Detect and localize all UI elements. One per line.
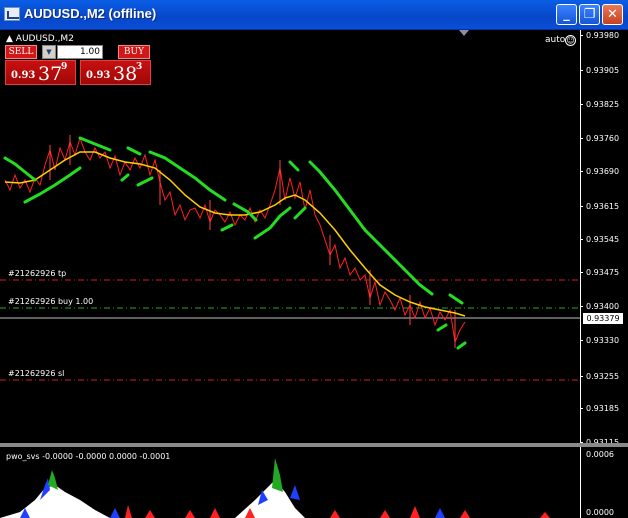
price-tick: 0.93690 (580, 167, 628, 177)
restore-button[interactable]: ❐ (579, 4, 600, 25)
window-title-bar[interactable]: AUDUSD.,M2 (offline) _ ❐ ✕ (0, 0, 628, 30)
expert-smiley-icon[interactable]: ☺ (565, 35, 576, 46)
window-title: AUDUSD.,M2 (offline) (24, 6, 157, 21)
chart-shift-marker[interactable] (459, 30, 469, 36)
price-tick: 0.93615 (580, 202, 628, 212)
lot-spin-down-icon[interactable]: ▼ (42, 45, 56, 59)
chart-symbol-label: ▲ AUDUSD.,M2 (6, 34, 74, 44)
lot-size-input[interactable]: 1.00 (57, 45, 103, 59)
price-tick: 0.93185 (580, 404, 628, 414)
indicator-histogram (0, 458, 550, 518)
indicator-tick: 0.0006 (586, 450, 614, 459)
tp-order-label[interactable]: #21262926 tp (8, 269, 66, 278)
price-tick: 0.93545 (580, 235, 628, 245)
price-tick: 0.93400 (580, 302, 628, 312)
price-series-line (4, 136, 466, 344)
price-tick: 0.93905 (580, 66, 628, 76)
sl-order-label[interactable]: #21262926 sl (8, 369, 64, 378)
buy-price-big: 38 (113, 63, 138, 85)
price-tick: 0.93825 (580, 100, 628, 110)
sell-price-big: 37 (38, 63, 63, 85)
one-click-trading-panel: SELL ▼ 1.00 BUY 0.93 37 9 0.93 38 3 (5, 45, 151, 86)
close-button[interactable]: ✕ (602, 4, 623, 25)
chart-window-icon[interactable] (4, 7, 20, 21)
price-tick: 0.93255 (580, 372, 628, 382)
indicator-pane-divider[interactable] (0, 443, 628, 447)
price-tick: 0.93330 (580, 336, 628, 346)
sell-price-pip: 9 (61, 62, 68, 72)
entry-order-label[interactable]: #21262926 buy 1.00 (8, 297, 93, 306)
current-price-label: 0.93379 (583, 313, 623, 324)
sell-button[interactable]: SELL (5, 45, 37, 59)
moving-average-line (4, 151, 466, 317)
buy-price-box[interactable]: 0.93 38 3 (80, 60, 151, 85)
auto-trading-label: auto (545, 35, 566, 45)
buy-button[interactable]: BUY (118, 45, 150, 59)
buy-price-prefix: 0.93 (86, 70, 111, 81)
minimize-button[interactable]: _ (556, 4, 577, 25)
price-tick: 0.93475 (580, 268, 628, 278)
sell-price-prefix: 0.93 (11, 70, 36, 81)
indicator-tick: 0.0000 (586, 508, 614, 517)
price-tick: 0.93760 (580, 134, 628, 144)
buy-price-pip: 3 (136, 62, 143, 72)
price-tick: 0.93980 (580, 31, 628, 41)
envelope-segments (3, 136, 467, 350)
indicator-label: pwo_svs -0.0000 -0.0000 0.0000 -0.0001 (6, 452, 171, 461)
sell-price-box[interactable]: 0.93 37 9 (5, 60, 76, 85)
chart-area[interactable]: ▲ AUDUSD.,M2 auto ☺ SELL ▼ 1.00 BUY 0.93… (0, 30, 628, 518)
